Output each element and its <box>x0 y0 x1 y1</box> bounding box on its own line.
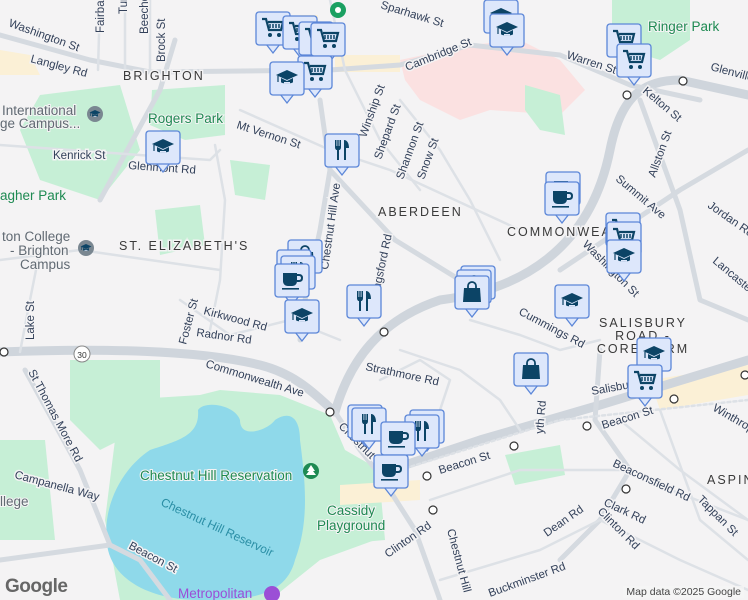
google-logo: Google <box>5 576 68 597</box>
street-label: Beechc <box>139 0 151 34</box>
marker-background <box>324 133 360 168</box>
neighborhood-label: BRIGHTON <box>123 69 205 83</box>
poi-label: - Brighton <box>10 243 69 258</box>
school-poi-icon[interactable] <box>78 240 94 256</box>
marker-background <box>627 364 663 399</box>
poi-label: ton College <box>2 229 70 244</box>
street-label: Sparhawk St <box>379 0 446 30</box>
place-marker-cap[interactable] <box>269 61 305 105</box>
street-label: Jordan Rd <box>705 200 748 240</box>
street-label: Chestnut Hill <box>444 528 472 594</box>
transit-stop-icon[interactable] <box>0 347 9 357</box>
college-green <box>0 440 55 540</box>
neighborhood-label: ABERDEEN <box>378 205 463 219</box>
transit-stop-icon[interactable] <box>622 90 632 100</box>
street-label: Radnor Rd <box>196 327 253 347</box>
marker-background <box>346 284 382 319</box>
street-label: Tur <box>118 0 130 14</box>
transit-stop-icon[interactable] <box>740 370 748 380</box>
transit-stop-icon[interactable] <box>422 471 432 481</box>
park-label: Ringer Park <box>648 19 720 34</box>
place-marker-cap[interactable] <box>284 299 320 343</box>
street-label: Buckminster Rd <box>487 561 567 600</box>
street-label: Winthrop <box>711 402 748 435</box>
park-label: Playground <box>317 518 385 533</box>
map-canvas[interactable]: 30 Washington St Langley Rd Fairban Tur … <box>0 0 748 600</box>
neighborhood-label: COMMONWEA <box>507 225 612 239</box>
neighborhood-label: SALISBURY <box>599 316 687 330</box>
transit-stop-icon[interactable] <box>509 441 519 451</box>
street-label: Lancaster <box>710 255 748 297</box>
park-label: Cassidy <box>327 503 375 518</box>
street-label: Glenville <box>709 61 748 84</box>
street-label: Brock St <box>156 18 168 62</box>
poi-label: ge Campus... <box>0 116 80 131</box>
street-label: yth Rd <box>534 400 549 434</box>
school-poi-icon[interactable] <box>87 106 103 122</box>
place-marker-cap[interactable] <box>554 284 590 328</box>
park-label: agher Park <box>0 188 66 203</box>
park-tree-icon[interactable] <box>303 463 319 479</box>
poi-label: Campus <box>20 257 71 272</box>
road <box>428 468 748 522</box>
location-pin-icon[interactable] <box>330 2 346 18</box>
route-30-shield: 30 <box>73 345 91 363</box>
street-label: Mt Vernon St <box>235 119 303 151</box>
place-marker-cart[interactable] <box>616 43 652 87</box>
street-label: Tappan St <box>695 494 741 540</box>
place-marker-cup[interactable] <box>544 181 580 225</box>
transit-stop-icon[interactable] <box>678 76 688 86</box>
park-label: Rogers Park <box>148 111 223 126</box>
street-label: Kenrick St <box>53 150 106 162</box>
place-marker-fork[interactable] <box>346 284 382 328</box>
street-label: Lake St <box>25 300 37 340</box>
transit-stop-icon[interactable] <box>582 421 592 431</box>
park-area <box>505 445 565 485</box>
poi-label: llege <box>0 494 29 509</box>
park-area <box>230 160 270 200</box>
place-marker-bag[interactable] <box>513 352 549 396</box>
marker-background <box>616 43 652 78</box>
neighborhood-label: ASPIN <box>707 473 748 487</box>
street-label: Dean Rd <box>542 504 586 540</box>
street-label: Fairban <box>95 0 107 33</box>
transit-stop-icon[interactable] <box>379 327 389 337</box>
transit-stop-icon[interactable] <box>621 484 631 494</box>
transit-stop-icon[interactable] <box>428 505 438 515</box>
transit-stop-icon[interactable] <box>669 394 679 404</box>
svg-text:30: 30 <box>77 350 87 360</box>
neighborhood-label: ST. ELIZABETH'S <box>119 239 249 253</box>
park-label: Chestnut Hill Reservation <box>140 468 292 483</box>
map-attribution[interactable]: Map data ©2025 Google <box>623 586 744 598</box>
poi-label: Metropolitan <box>178 586 252 600</box>
transit-stop-icon[interactable] <box>325 407 335 417</box>
place-marker-bag[interactable] <box>454 275 490 319</box>
road <box>208 143 227 332</box>
marker-background <box>310 22 346 57</box>
